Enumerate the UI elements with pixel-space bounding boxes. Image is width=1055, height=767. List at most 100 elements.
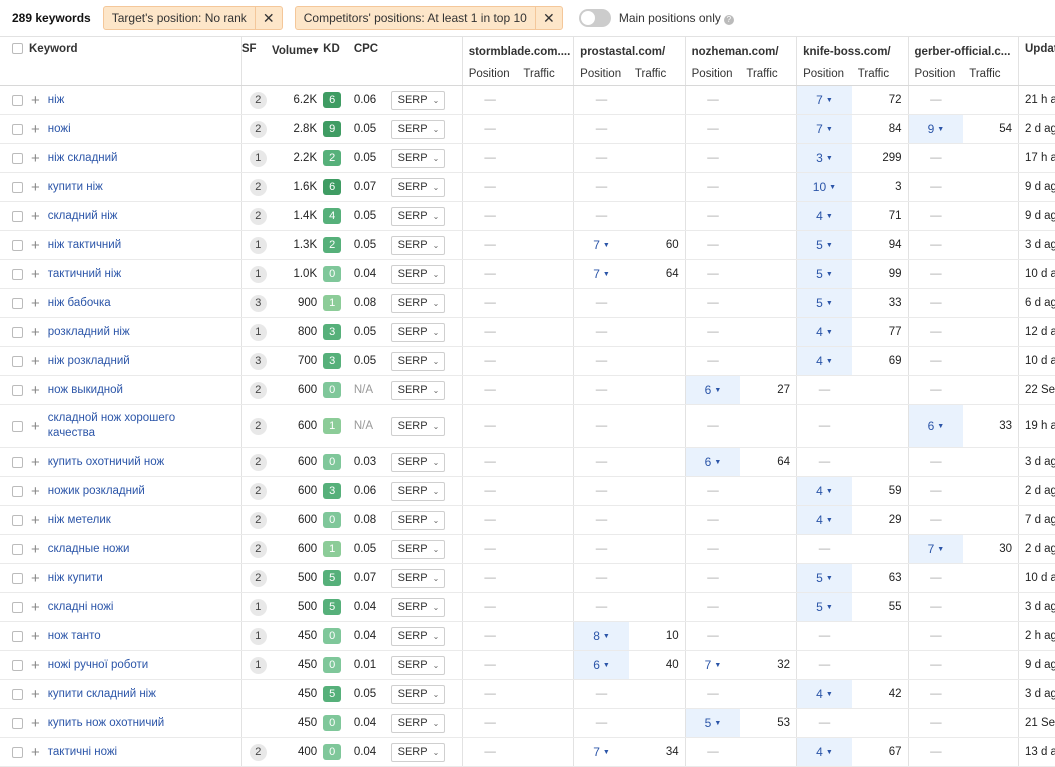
keyword-link[interactable]: ножі: [48, 122, 71, 137]
keyword-link[interactable]: ніж тактичний: [48, 238, 121, 253]
header-competitor[interactable]: knife-boss.com/: [796, 36, 909, 63]
row-checkbox[interactable]: [12, 297, 23, 309]
position-value[interactable]: 5 ▼: [816, 267, 833, 281]
close-icon[interactable]: ✕: [254, 7, 282, 29]
keyword-link[interactable]: ніж розкладний: [48, 354, 130, 369]
sf-badge[interactable]: 1: [249, 656, 267, 674]
keyword-link[interactable]: ніж бабочка: [48, 296, 111, 311]
row-checkbox[interactable]: [12, 268, 23, 280]
header-volume[interactable]: Volume▾: [272, 36, 324, 86]
header-traffic[interactable]: Traffic: [963, 63, 1019, 86]
row-checkbox[interactable]: [12, 181, 23, 193]
row-checkbox[interactable]: [12, 326, 23, 338]
row-checkbox[interactable]: [12, 94, 23, 106]
add-keyword-icon[interactable]: +: [31, 92, 40, 109]
keyword-link[interactable]: купить охотничий нож: [48, 455, 164, 470]
header-kd[interactable]: KD: [323, 36, 354, 86]
sf-badge[interactable]: 2: [249, 511, 267, 529]
position-value[interactable]: 9 ▼: [928, 122, 945, 136]
add-keyword-icon[interactable]: +: [31, 541, 40, 558]
add-keyword-icon[interactable]: +: [31, 744, 40, 761]
header-cpc[interactable]: CPC: [353, 36, 391, 86]
keyword-link[interactable]: ножі ручної роботи: [48, 658, 148, 673]
keyword-link[interactable]: складні ножі: [48, 600, 114, 615]
position-value[interactable]: 3 ▼: [816, 151, 833, 165]
serp-button[interactable]: SERP ⌄: [390, 380, 446, 400]
sf-badge[interactable]: 2: [249, 453, 267, 471]
header-competitor[interactable]: nozheman.com/: [684, 36, 797, 63]
row-checkbox[interactable]: [12, 572, 23, 584]
header-traffic[interactable]: Traffic: [851, 63, 909, 86]
row-checkbox[interactable]: [12, 659, 23, 671]
sf-badge[interactable]: 2: [249, 569, 267, 587]
sf-badge[interactable]: 2: [249, 482, 267, 500]
row-checkbox[interactable]: [12, 123, 23, 135]
sf-badge[interactable]: 1: [249, 627, 267, 645]
serp-button[interactable]: SERP ⌄: [390, 148, 446, 168]
header-position[interactable]: Position: [684, 63, 741, 86]
serp-button[interactable]: SERP ⌄: [390, 452, 446, 472]
add-keyword-icon[interactable]: +: [31, 179, 40, 196]
keyword-link[interactable]: нож выкидной: [48, 383, 123, 398]
position-value[interactable]: 5 ▼: [816, 571, 833, 585]
keyword-link[interactable]: тактичний ніж: [48, 267, 121, 282]
add-keyword-icon[interactable]: +: [31, 715, 40, 732]
header-sf[interactable]: SF: [241, 36, 273, 86]
position-value[interactable]: 4 ▼: [816, 354, 833, 368]
position-value[interactable]: 4 ▼: [816, 687, 833, 701]
position-value[interactable]: 6 ▼: [593, 658, 610, 672]
sf-badge[interactable]: 2: [249, 381, 267, 399]
header-keyword[interactable]: Keyword: [0, 36, 242, 86]
serp-button[interactable]: SERP ⌄: [390, 264, 446, 284]
sf-badge[interactable]: 1: [249, 598, 267, 616]
position-value[interactable]: 7 ▼: [928, 542, 945, 556]
serp-button[interactable]: SERP ⌄: [390, 90, 446, 110]
help-icon[interactable]: ?: [723, 14, 734, 25]
keyword-link[interactable]: складной нож хорошего качества: [48, 411, 188, 441]
position-value[interactable]: 4 ▼: [816, 484, 833, 498]
serp-button[interactable]: SERP ⌄: [390, 481, 446, 501]
filter-chip-target[interactable]: Target's position: No rank ✕: [102, 6, 283, 30]
position-value[interactable]: 6 ▼: [705, 383, 722, 397]
header-traffic[interactable]: Traffic: [517, 63, 574, 86]
add-keyword-icon[interactable]: +: [31, 121, 40, 138]
keyword-link[interactable]: нож танто: [48, 629, 101, 644]
position-value[interactable]: 5 ▼: [705, 716, 722, 730]
add-keyword-icon[interactable]: +: [31, 237, 40, 254]
serp-button[interactable]: SERP ⌄: [390, 742, 446, 762]
serp-button[interactable]: SERP ⌄: [390, 416, 446, 436]
select-all-checkbox[interactable]: [12, 43, 23, 55]
sf-badge[interactable]: 2: [249, 417, 267, 435]
add-keyword-icon[interactable]: +: [31, 570, 40, 587]
position-value[interactable]: 7 ▼: [705, 658, 722, 672]
header-position[interactable]: Position: [907, 63, 964, 86]
add-keyword-icon[interactable]: +: [31, 266, 40, 283]
row-checkbox[interactable]: [12, 384, 23, 396]
add-keyword-icon[interactable]: +: [31, 599, 40, 616]
sf-badge[interactable]: 2: [249, 178, 267, 196]
serp-button[interactable]: SERP ⌄: [390, 713, 446, 733]
sf-badge[interactable]: 1: [249, 265, 267, 283]
filter-chip-competitors[interactable]: Competitors' positions: At least 1 in to…: [294, 6, 563, 30]
sf-badge[interactable]: 2: [249, 540, 267, 558]
add-keyword-icon[interactable]: +: [31, 454, 40, 471]
header-position[interactable]: Position: [573, 63, 629, 86]
row-checkbox[interactable]: [12, 543, 23, 555]
sf-badge[interactable]: 1: [249, 236, 267, 254]
position-value[interactable]: 4 ▼: [816, 325, 833, 339]
position-value[interactable]: 10 ▼: [813, 180, 836, 194]
main-positions-toggle[interactable]: [578, 9, 611, 27]
add-keyword-icon[interactable]: +: [31, 295, 40, 312]
position-value[interactable]: 7 ▼: [816, 122, 833, 136]
sf-badge[interactable]: 1: [249, 323, 267, 341]
keyword-link[interactable]: ніж метелик: [48, 513, 111, 528]
row-checkbox[interactable]: [12, 355, 23, 367]
add-keyword-icon[interactable]: +: [31, 686, 40, 703]
keyword-link[interactable]: розкладний ніж: [48, 325, 130, 340]
sf-badge[interactable]: 2: [249, 120, 267, 138]
sf-badge[interactable]: 1: [249, 149, 267, 167]
header-competitor[interactable]: gerber-official.c...: [907, 36, 1019, 63]
header-updated[interactable]: Updated: [1017, 36, 1055, 86]
sf-badge[interactable]: 2: [249, 743, 267, 761]
keyword-link[interactable]: купить нож охотничий: [48, 716, 164, 731]
